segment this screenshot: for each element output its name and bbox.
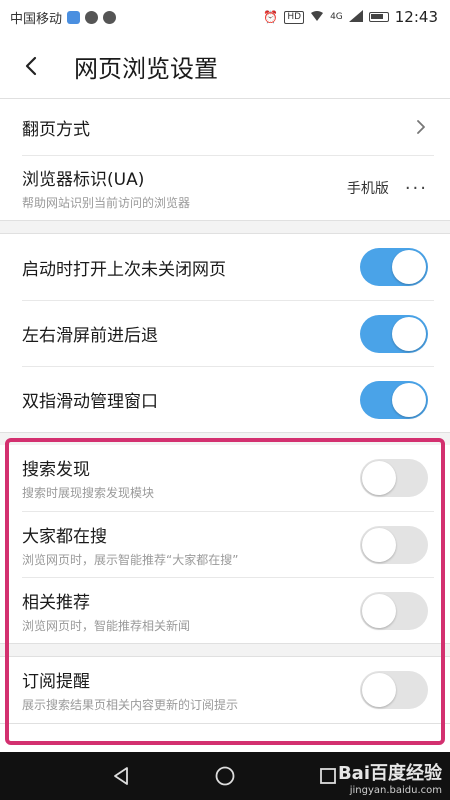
section-gap [0,644,450,656]
app-header: 网页浏览设置 [0,34,450,98]
setting-title: 启动时打开上次未关闭网页 [22,259,226,280]
swipe-nav-toggle[interactable] [360,314,428,353]
hd-badge: HD [284,10,305,24]
chevron-left-icon [25,56,37,76]
restore-tabs-toggle[interactable] [360,248,428,286]
divider [0,723,450,724]
network-type: 4G [330,12,343,22]
setting-title: 翻页方式 [22,119,90,140]
section-gap [0,433,450,445]
square-recents-icon [320,768,337,784]
setting-title: 双指滑动管理窗口 [22,392,158,412]
setting-title: 订阅提醒 [22,672,90,692]
setting-page-turn[interactable]: 翻页方式 [0,99,450,155]
toggle-knob [362,673,396,707]
subscription-toggle[interactable] [360,671,428,709]
setting-related-recommend: 相关推荐 浏览网页时，智能推荐相关新闻 [0,578,450,643]
system-nav-bar: Bai百度经验 jingyan.baidu.com [0,752,450,800]
toggle-knob [362,593,396,628]
everyone-search-toggle[interactable] [360,525,428,564]
more-icon[interactable]: ··· [405,178,428,199]
nav-back-button[interactable] [102,756,142,796]
setting-restore-tabs: 启动时打开上次未关闭网页 [0,234,450,300]
toggle-knob [362,527,396,562]
setting-title: 浏览器标识(UA) [22,170,145,190]
alarm-icon: ⏰ [263,10,279,24]
related-recommend-toggle[interactable] [360,591,428,630]
watermark-url: jingyan.baidu.com [349,785,442,796]
signal-icon [348,9,363,25]
page-title: 网页浏览设置 [74,54,218,83]
toggle-knob [362,461,396,495]
app-notification-icon [67,10,81,24]
setting-title: 相关推荐 [22,592,90,613]
search-discover-toggle[interactable] [360,459,428,497]
toggle-knob [392,316,426,351]
toggle-knob [392,250,426,284]
setting-desc: 帮助网站识别当前访问的浏览器 [22,196,191,210]
setting-desc: 展示搜索结果页相关内容更新的订阅提示 [22,698,239,712]
section-gap [0,221,450,233]
watermark: Bai百度经验 jingyan.baidu.com [338,759,442,796]
setting-two-finger: 双指滑动管理窗口 [0,367,450,432]
ua-value: 手机版 [346,181,389,197]
setting-desc: 搜索时展现搜索发现模块 [22,486,155,500]
setting-ua[interactable]: 浏览器标识(UA) 帮助网站识别当前访问的浏览器 手机版 ··· [0,156,450,220]
setting-swipe-nav: 左右滑屏前进后退 [0,301,450,366]
setting-title: 搜索发现 [22,460,90,480]
setting-title: 大家都在搜 [22,526,107,547]
wifi-icon [310,10,324,25]
chevron-right-icon [417,120,425,134]
message-icon [103,10,117,24]
setting-desc: 浏览网页时，智能推荐相关新闻 [22,618,191,633]
circle-home-icon [215,766,235,786]
nav-home-button[interactable] [205,756,245,796]
watermark-brand: Bai百度经验 [337,763,442,784]
clock: 12:43 [394,8,438,26]
setting-title: 左右滑屏前进后退 [22,326,158,346]
two-finger-toggle[interactable] [360,380,428,419]
setting-desc: 浏览网页时，展示智能推荐“大家都在搜” [22,552,239,567]
setting-everyone-search: 大家都在搜 浏览网页时，展示智能推荐“大家都在搜” [0,512,450,577]
setting-search-discover: 搜索发现 搜索时展现搜索发现模块 [0,445,450,511]
triangle-back-icon [113,767,128,785]
battery-icon [368,12,389,22]
back-button[interactable] [0,34,64,98]
wechat-icon [85,10,99,24]
carrier-label: 中国移动 [10,11,63,27]
toggle-knob [392,382,426,417]
status-bar: 中国移动 ⏰ HD 4G 12:43 [0,0,450,34]
setting-subscription: 订阅提醒 展示搜索结果页相关内容更新的订阅提示 [0,657,450,723]
